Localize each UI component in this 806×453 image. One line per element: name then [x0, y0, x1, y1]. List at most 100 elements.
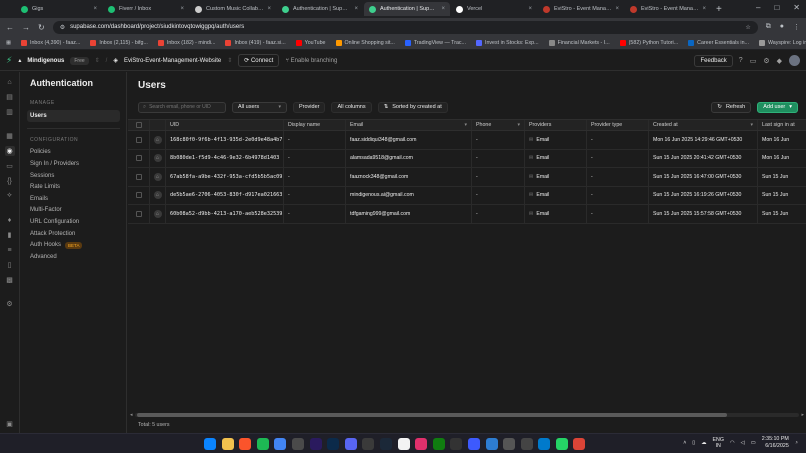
photoshop-icon[interactable] [327, 438, 340, 450]
advisors-icon[interactable]: ♦ [5, 215, 15, 225]
table-row[interactable]: ⌂ 60b08a52-d9bb-4213-a170-aeb528e32539- td… [128, 205, 806, 224]
chatgpt-icon[interactable] [291, 438, 304, 450]
chevron-down-icon[interactable]: ▾ [750, 122, 753, 128]
file-explorer-icon[interactable] [221, 438, 234, 450]
sidebar-item-rate-limits[interactable]: Rate Limits [27, 181, 120, 193]
close-tab-icon[interactable]: × [441, 6, 445, 12]
xbox-icon[interactable] [432, 438, 445, 450]
table-row[interactable]: ⌂ 168c80f0-9f6b-4f13-935d-2e0d9e48a4b7- fa… [128, 131, 806, 150]
bookmark-item[interactable]: Career Essentials in... [688, 39, 749, 46]
column-header-created-at[interactable]: Created at ▾ [649, 120, 758, 130]
close-window-icon[interactable]: ✕ [793, 3, 800, 12]
close-tab-icon[interactable]: × [702, 6, 706, 12]
chevron-down-icon[interactable]: ▾ [517, 122, 520, 128]
chevron-updown-icon[interactable]: ⇕ [227, 57, 232, 64]
project-name[interactable]: EviStro-Event-Management-Website [124, 58, 221, 64]
bookmark-item[interactable]: Inbox (4,390) - faaz... [21, 39, 80, 46]
store-icon[interactable] [397, 438, 410, 450]
table-row[interactable]: ⌂ de5b5ae6-2706-4053-830f-d917ea021663- mi… [128, 186, 806, 205]
close-tab-icon[interactable]: × [180, 6, 184, 12]
reports-icon[interactable]: ▮ [5, 230, 15, 240]
sidebar-item-users[interactable]: Users [27, 110, 120, 122]
bookmark-item[interactable]: Inbox (2,115) - bifg... [90, 39, 148, 46]
spotify-icon[interactable] [256, 438, 269, 450]
browser-tab[interactable]: EviStro - Event Managem × [538, 2, 624, 16]
collapse-sidebar-icon[interactable]: ▣ [5, 419, 15, 429]
browser-tab[interactable]: EviStro - Event Managem × [625, 2, 711, 16]
database-icon[interactable]: ▦ [5, 131, 15, 141]
storage-icon[interactable]: ▭ [5, 161, 15, 171]
steam-icon[interactable] [379, 438, 392, 450]
logs-icon[interactable]: ≡ [5, 245, 15, 255]
column-header-uid[interactable]: UID [166, 120, 284, 130]
notification-icon[interactable]: ◔ [795, 440, 798, 446]
table-row[interactable]: ⌂ 67ab58fa-a9be-432f-953a-cfd5b5b5ac09- fa… [128, 168, 806, 187]
extensions-icon[interactable]: ⧉ [766, 23, 771, 31]
search-input[interactable] [149, 104, 221, 110]
sql-editor-icon[interactable]: ▥ [5, 107, 15, 117]
notepad-icon[interactable] [520, 438, 533, 450]
cloud-icon[interactable]: ☁ [701, 440, 706, 446]
sidebar-item-url-configuration[interactable]: URL Configuration [27, 216, 120, 228]
connect-button[interactable]: ⟳ Connect [238, 54, 280, 67]
supabase-logo-icon[interactable]: ⚡ [6, 55, 12, 66]
realtime-icon[interactable]: ⟡ [5, 191, 15, 201]
reload-icon[interactable]: ↻ [38, 23, 45, 32]
enable-branching-button[interactable]: ⑂ Enable branching [285, 58, 337, 64]
home-icon[interactable]: ⌂ [5, 77, 15, 87]
bookmark-item[interactable]: (582) Python Tutori... [619, 39, 678, 46]
row-checkbox[interactable] [135, 210, 142, 217]
auth-icon[interactable]: ◉ [4, 146, 15, 156]
browser-tab[interactable]: Custom Music Collaborati × [190, 2, 276, 16]
add-user-button[interactable]: Add user ▾ [757, 101, 798, 113]
bookmark-item[interactable]: Financial Markets - I... [548, 39, 610, 46]
feedback-button[interactable]: Feedback [694, 54, 733, 67]
vscode-icon[interactable] [538, 438, 551, 450]
wifi-icon[interactable]: ◠ [730, 440, 735, 446]
browser-tab[interactable]: Authentication | Supabas × [277, 2, 363, 16]
brave-icon[interactable] [239, 438, 252, 450]
browser-tab[interactable]: Authentication | Supabas × [364, 2, 450, 16]
column-header-providers[interactable]: Providers [525, 120, 587, 130]
search-box[interactable]: ⌕ [138, 101, 226, 113]
sidebar-item-attack-protection[interactable]: Attack Protection [27, 228, 120, 240]
vpn-icon[interactable] [467, 438, 480, 450]
browser-tab[interactable]: Fiverr / Inbox × [103, 2, 189, 16]
column-header-last-sign-in[interactable]: Last sign in at [758, 120, 806, 130]
settings-icon[interactable]: ⚙ [763, 57, 769, 65]
discord-icon[interactable] [344, 438, 357, 450]
row-checkbox[interactable] [135, 155, 142, 162]
project-settings-icon[interactable]: ⚙ [5, 299, 15, 309]
sidebar-item-advanced[interactable]: Advanced [27, 251, 120, 263]
sidebar-item-emails[interactable]: Emails [27, 193, 120, 205]
minimize-icon[interactable]: – [756, 3, 760, 12]
app2-icon[interactable] [485, 438, 498, 450]
bookmark-item[interactable]: Inbox (182) - mindi... [157, 39, 215, 46]
avatar[interactable] [789, 55, 800, 66]
chrome2-icon[interactable] [573, 438, 586, 450]
columns-button[interactable]: All columns [331, 101, 372, 113]
battery-status-icon[interactable]: ▭ [751, 440, 756, 446]
browser-tab[interactable]: Gigs × [16, 2, 102, 16]
help-icon[interactable]: ? [739, 57, 743, 64]
api-docs-icon[interactable]: ▯ [5, 260, 15, 270]
instagram-icon[interactable] [415, 438, 428, 450]
sidebar-item-sessions[interactable]: Sessions [27, 170, 120, 182]
column-header-phone[interactable]: Phone ▾ [472, 120, 525, 130]
assistant-icon[interactable]: ◆ [777, 57, 782, 65]
close-tab-icon[interactable]: × [93, 6, 97, 12]
close-tab-icon[interactable]: × [354, 6, 358, 12]
row-checkbox[interactable] [135, 173, 142, 180]
bookmark-item[interactable]: TradingView — Trac... [404, 39, 466, 46]
scroll-thumb[interactable] [136, 412, 727, 417]
horizontal-scrollbar[interactable]: ◂ ▸ [130, 412, 804, 418]
obs-icon[interactable] [503, 438, 516, 450]
terminal-icon[interactable] [450, 438, 463, 450]
browser-tab[interactable]: Vercel × [451, 2, 537, 16]
bookmark-item[interactable]: Online Shopping sit... [335, 39, 395, 46]
inbox-icon[interactable]: ▭ [750, 57, 757, 65]
bookmark-star-icon[interactable]: ☆ [745, 24, 750, 31]
volume-icon[interactable]: ◁ [741, 440, 745, 446]
back-icon[interactable]: ← [6, 23, 14, 32]
bookmark-item[interactable]: Wayspire: Log in to... [758, 39, 806, 46]
